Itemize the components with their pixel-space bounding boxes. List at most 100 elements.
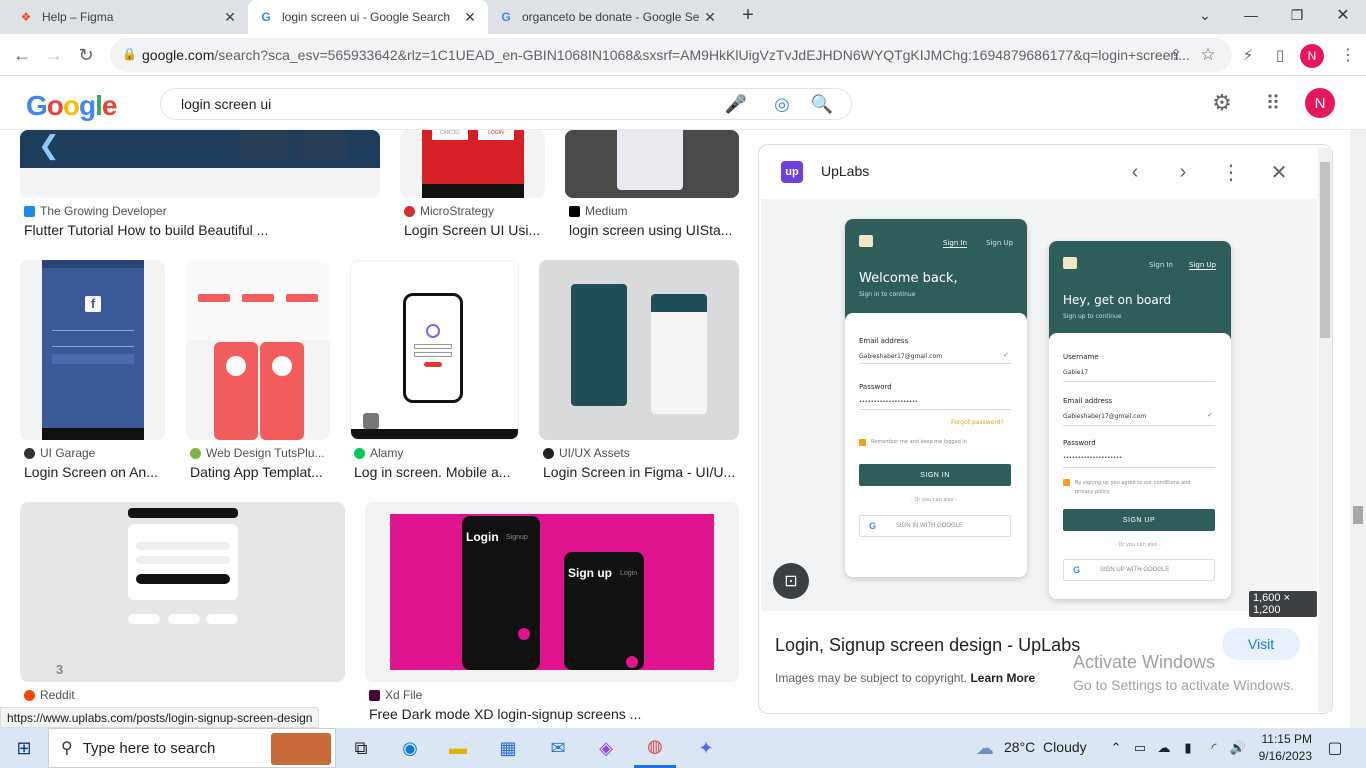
learn-more-link[interactable]: Learn More [970, 671, 1035, 685]
search-input[interactable]: login screen ui [160, 88, 852, 120]
new-tab-button[interactable]: + [736, 4, 760, 30]
app-icon[interactable]: ◈ [588, 728, 624, 768]
page-scrollbar[interactable] [1350, 130, 1366, 728]
more-options-icon[interactable]: ⋮ [1218, 159, 1244, 185]
next-chevron-icon[interactable]: › [1170, 159, 1196, 185]
panel-scrollbar[interactable] [1318, 148, 1332, 712]
result-caption[interactable]: Log in screen. Mobile a... [354, 464, 519, 480]
address-bar[interactable]: 🔒 google.com/search?sca_esv=565933642&rl… [110, 38, 1232, 72]
result-image[interactable]: ❮ [20, 130, 380, 198]
google-logo[interactable]: Google [26, 90, 117, 122]
tab-figma-help[interactable]: ❖ Help – Figma ✕ [8, 0, 248, 34]
close-icon[interactable]: ✕ [1266, 159, 1292, 185]
settings-gear-icon[interactable]: ⚙ [1210, 90, 1234, 115]
password-value: •••••••••••••••••••• [1063, 455, 1122, 461]
volume-icon[interactable]: 🔊 [1228, 728, 1248, 768]
result-source[interactable]: Reddit [24, 688, 75, 702]
result-caption[interactable]: Login Screen on An... [24, 464, 165, 480]
show-hidden-icons-chevron[interactable]: ⌃ [1106, 728, 1126, 768]
close-tab-icon[interactable]: ✕ [462, 9, 478, 26]
result-image[interactable]: 3 [20, 502, 345, 682]
panel-title[interactable]: Login, Signup screen design - UpLabs [775, 635, 1080, 656]
menu-kebab-icon[interactable]: ⋮ [1334, 41, 1362, 69]
scrollbar-thumb[interactable] [1320, 162, 1330, 338]
battery-icon[interactable]: ▮ [1178, 728, 1198, 768]
result-image[interactable] [539, 260, 739, 440]
tab-login-screen-search[interactable]: G login screen ui - Google Search ✕ [248, 0, 488, 34]
maximize-button[interactable]: ❐ [1274, 0, 1320, 30]
tab-organceto-search[interactable]: G organceto be donate - Google Se ✕ [488, 0, 728, 34]
result-caption[interactable]: Flutter Tutorial How to build Beautiful … [24, 222, 380, 238]
task-view-icon[interactable]: ⧉ [344, 728, 378, 768]
result-source[interactable]: MicroStrategy [404, 204, 494, 218]
wifi-icon[interactable]: ◜ [1204, 728, 1224, 768]
result-source[interactable]: The Growing Developer [24, 204, 167, 218]
result-source[interactable]: UI/UX Assets [543, 446, 630, 460]
close-tab-icon[interactable]: ✕ [702, 9, 718, 26]
weather-text[interactable]: 28°C Cloudy [1004, 739, 1087, 755]
result-source[interactable]: Medium [569, 204, 628, 218]
input-mock [136, 542, 230, 550]
share-icon[interactable]: ⇪ [1162, 41, 1190, 69]
forward-arrow-icon[interactable]: → [40, 41, 68, 69]
result-source[interactable]: Alamy [354, 446, 403, 460]
result-image[interactable]: CANCEL LOGIN [400, 130, 545, 198]
result-image[interactable] [565, 130, 739, 198]
email-label: Email address [859, 337, 909, 345]
clock[interactable]: 11:15 PM 9/16/2023 [1254, 731, 1312, 765]
bookmark-star-icon[interactable]: ☆ [1194, 41, 1222, 69]
microphone-icon[interactable]: 🎤 [724, 92, 748, 116]
header-bar-mock [128, 508, 238, 518]
reload-icon[interactable]: ↻ [72, 41, 100, 69]
close-tab-icon[interactable]: ✕ [222, 9, 238, 26]
result-source[interactable]: UI Garage [24, 446, 95, 460]
minimize-button[interactable]: — [1228, 0, 1274, 30]
microsoft-store-icon[interactable]: ▦ [490, 728, 526, 768]
site-name[interactable]: UpLabs [821, 163, 869, 179]
result-image[interactable] [350, 260, 519, 440]
google-g-icon: G [869, 521, 877, 531]
extension-icon[interactable]: ⚡ [1234, 41, 1262, 69]
result-image[interactable]: Login Signup Sign up Login [365, 502, 739, 682]
result-source[interactable]: Xd File [369, 688, 422, 702]
close-window-button[interactable]: ✕ [1320, 0, 1366, 30]
result-caption[interactable]: Free Dark mode XD login-signup screens .… [369, 706, 739, 722]
taskbar-search-box[interactable]: ⚲ Type here to search [48, 728, 336, 768]
result-source[interactable]: Web Design TutsPlu... [190, 446, 325, 460]
previous-chevron-icon[interactable]: ‹ [1122, 159, 1148, 185]
back-arrow-icon[interactable]: ← [8, 41, 36, 69]
onedrive-cloud-icon[interactable]: ☁ [1154, 728, 1174, 768]
edge-browser-icon[interactable]: ◉ [392, 728, 428, 768]
visit-button[interactable]: Visit [1222, 628, 1300, 660]
result-image[interactable] [186, 260, 330, 440]
result-image[interactable]: f [20, 260, 165, 440]
notifications-icon[interactable]: ▢ [1320, 728, 1350, 768]
result-caption[interactable]: Dating App Templat... [190, 464, 330, 480]
windows-start-icon[interactable]: ⊞ [4, 728, 44, 768]
chrome-icon[interactable]: ◍ [634, 728, 676, 768]
lens-search-icon[interactable]: ⊡ [773, 563, 809, 599]
lens-camera-icon[interactable]: ◎ [770, 92, 794, 116]
tab-search-chevron-icon[interactable]: ⌄ [1182, 0, 1228, 30]
file-explorer-icon[interactable]: ▬ [440, 728, 476, 768]
mail-icon[interactable]: ✉ [540, 728, 576, 768]
arrow-button-mock [626, 656, 638, 668]
device-icon[interactable]: ▭ [1130, 728, 1150, 768]
tab-signup: Sign Up [1189, 261, 1217, 270]
copilot-icon[interactable]: ✦ [688, 728, 724, 768]
apps-grid-icon[interactable]: ⠿ [1261, 91, 1285, 115]
browser-tab-strip: ❖ Help – Figma ✕ G login screen ui - Goo… [0, 0, 1366, 34]
account-avatar[interactable]: N [1305, 88, 1335, 118]
login-button-mock [52, 354, 134, 364]
result-caption[interactable]: Login Screen in Figma - UI/U... [543, 464, 739, 480]
preview-image[interactable]: Sign In Sign Up Welcome back, Sign in to… [761, 199, 1317, 617]
result-caption[interactable]: Login Screen UI Usi... [404, 222, 545, 238]
checkbox-icon [859, 439, 866, 446]
card-subheading: Sign in to continue [859, 291, 916, 298]
profile-avatar[interactable]: N [1300, 44, 1324, 68]
weather-cloud-icon[interactable]: ☁ [970, 728, 1000, 768]
search-icon[interactable]: 🔍 [810, 92, 834, 116]
scrollbar-thumb[interactable] [1353, 506, 1363, 524]
side-panel-icon[interactable]: ▯ [1266, 41, 1294, 69]
result-caption[interactable]: login screen using UISta... [569, 222, 739, 238]
